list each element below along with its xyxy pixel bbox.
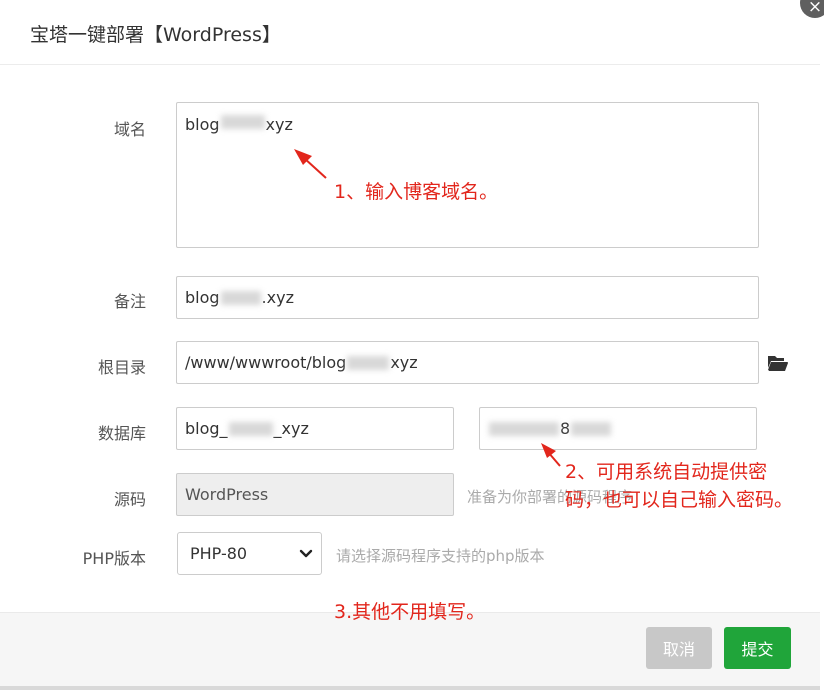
root-dir-label: 根目录	[97, 358, 146, 377]
cancel-button[interactable]: 取消	[646, 627, 712, 669]
php-version-hint: 请选择源码程序支持的php版本	[336, 547, 545, 565]
domain-value-start: blog	[185, 115, 220, 134]
source-label: 源码	[113, 490, 146, 509]
dialog-titlebar: 宝塔一键部署【WordPress】	[0, 0, 820, 65]
php-version-label: PHP版本	[82, 549, 146, 568]
root-dir-value-start: /www/wwwroot/blog	[185, 353, 347, 372]
redacted-mask	[228, 421, 273, 436]
domain-value-end: xyz	[265, 115, 293, 134]
domain-label: 域名	[113, 120, 146, 139]
database-name-input[interactable]: blog_ _xyz	[176, 407, 454, 450]
domain-textarea[interactable]: blog xyz	[176, 102, 759, 248]
database-name-start: blog_	[185, 419, 228, 438]
folder-open-icon[interactable]	[767, 354, 789, 372]
annotation-domain: 1、输入博客域名。	[334, 181, 499, 203]
submit-button[interactable]: 提交	[724, 627, 791, 669]
deploy-dialog: 宝塔一键部署【WordPress】 × 域名 blog xyz 备注 blog .x…	[0, 0, 824, 692]
redacted-mask	[347, 355, 390, 370]
remark-label: 备注	[113, 292, 146, 311]
dialog-title: 宝塔一键部署【WordPress】	[30, 24, 281, 46]
database-password-input[interactable]: 8	[479, 407, 757, 450]
annotation-password-line1: 2、可用系统自动提供密	[565, 461, 768, 483]
php-version-select[interactable]: PHP-80	[177, 532, 322, 575]
database-label: 数据库	[97, 424, 146, 443]
redacted-mask	[489, 421, 559, 436]
redacted-mask	[571, 421, 612, 436]
root-dir-value-end: xyz	[390, 353, 418, 372]
database-password-end: 8	[560, 419, 571, 438]
remark-value-end: .xyz	[261, 288, 294, 307]
php-version-selected: PHP-80	[190, 544, 248, 563]
bottom-divider	[0, 686, 820, 690]
redacted-mask	[220, 290, 261, 305]
chevron-down-icon	[299, 549, 313, 558]
root-dir-input[interactable]: /www/wwwroot/blog xyz	[176, 341, 759, 384]
source-value: WordPress	[185, 485, 269, 504]
remark-value-start: blog	[185, 288, 220, 307]
database-name-end: _xyz	[273, 419, 309, 438]
annotation-password-line2: 码，也可以自己输入密码。	[565, 489, 794, 511]
remark-input[interactable]: blog .xyz	[176, 276, 759, 319]
source-input: WordPress	[176, 473, 454, 516]
redacted-mask	[220, 115, 265, 129]
annotation-other: 3.其他不用填写。	[334, 601, 486, 623]
